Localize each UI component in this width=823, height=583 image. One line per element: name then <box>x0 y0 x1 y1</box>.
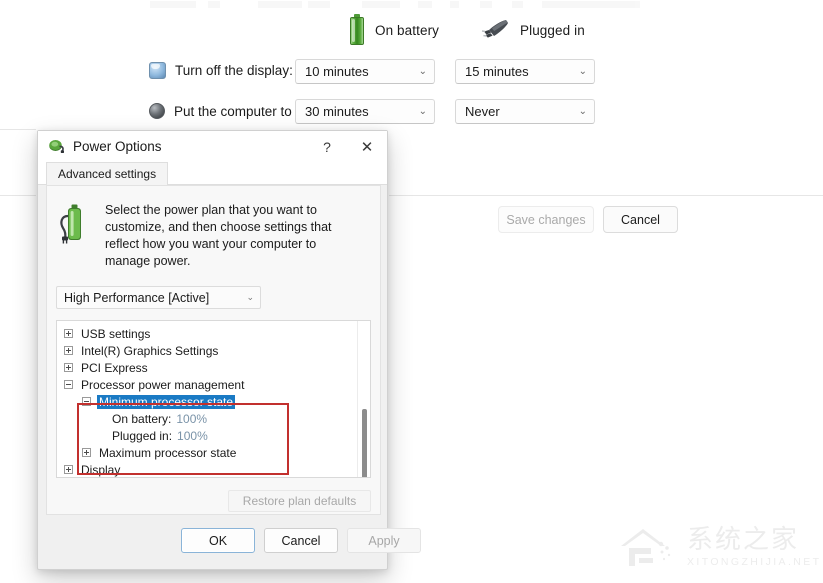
chevron-down-icon: ⌄ <box>578 65 587 77</box>
dialog-footer: OK Cancel Apply <box>38 515 421 569</box>
combo-value: 30 minutes <box>305 104 369 119</box>
setting-row-turn-off-display: Turn off the display: <box>149 62 293 79</box>
column-header-on-battery: On battery <box>349 14 439 46</box>
power-plan-icon <box>59 202 93 246</box>
advanced-settings-tree[interactable]: USB settings Intel(R) Graphics Settings … <box>56 320 371 478</box>
dialog-body: Select the power plan that you want to c… <box>46 185 381 515</box>
tree-list: USB settings Intel(R) Graphics Settings … <box>57 325 370 477</box>
setting-label-turn-off-display: Turn off the display: <box>175 63 293 78</box>
collapse-minus-icon[interactable] <box>64 380 73 389</box>
tree-item-label: Display <box>81 462 121 477</box>
restore-plan-defaults-button[interactable]: Restore plan defaults <box>228 490 371 512</box>
combo-value: Never <box>465 104 500 119</box>
chevron-down-icon: ⌄ <box>246 292 254 302</box>
restore-plan-defaults-label: Restore plan defaults <box>242 494 357 508</box>
expand-plus-icon[interactable] <box>64 465 73 474</box>
save-changes-button[interactable]: Save changes <box>498 206 594 233</box>
power-options-dialog: Power Options ? ✕ Advanced settings Sele… <box>37 130 421 570</box>
chevron-down-icon: ⌄ <box>418 105 427 117</box>
tree-item-usb-settings[interactable]: USB settings <box>57 325 370 342</box>
column-header-plugged-in: Plugged in <box>480 18 585 42</box>
cropped-top-row <box>150 0 650 9</box>
chevron-down-icon: ⌄ <box>418 65 427 77</box>
dialog-tabstrip: Advanced settings <box>38 162 387 185</box>
power-plug-icon <box>480 18 510 42</box>
divider-right <box>389 195 823 196</box>
tree-scrollbar-thumb[interactable] <box>362 409 367 477</box>
tree-leaf-value[interactable]: 100% <box>177 429 208 443</box>
ok-label: OK <box>208 533 228 548</box>
expand-plus-icon[interactable] <box>64 329 73 338</box>
column-header-plugged-in-label: Plugged in <box>520 22 585 38</box>
expand-plus-icon[interactable] <box>82 448 91 457</box>
tree-leaf-plugged-in[interactable]: Plugged in: 100% <box>57 427 370 444</box>
chevron-down-icon: ⌄ <box>578 105 587 117</box>
tree-item-label: USB settings <box>81 326 151 341</box>
tree-item-display[interactable]: Display <box>57 461 370 477</box>
ok-button[interactable]: OK <box>181 528 255 553</box>
column-header-on-battery-label: On battery <box>375 22 440 38</box>
tree-item-intel-graphics-settings[interactable]: Intel(R) Graphics Settings <box>57 342 370 359</box>
dialog-cancel-button[interactable]: Cancel <box>264 528 338 553</box>
combo-value: 10 minutes <box>305 64 369 79</box>
power-plan-value: High Performance [Active] <box>64 290 210 305</box>
tree-item-minimum-processor-state[interactable]: Minimum processor state <box>57 393 370 410</box>
expand-plus-icon[interactable] <box>64 363 73 372</box>
page-cancel-button[interactable]: Cancel <box>603 206 678 233</box>
tree-item-label: Intel(R) Graphics Settings <box>81 343 219 358</box>
collapse-minus-icon[interactable] <box>82 397 91 406</box>
intro-text: Select the power plan that you want to c… <box>105 203 332 268</box>
combo-sleep-plugged-in[interactable]: Never ⌄ <box>455 99 595 124</box>
tree-leaf-value[interactable]: 100% <box>176 412 207 426</box>
expand-plus-icon[interactable] <box>64 346 73 355</box>
divider-left-lower <box>0 195 36 196</box>
tree-scrollbar[interactable] <box>357 321 370 477</box>
tree-item-label: PCI Express <box>81 360 148 375</box>
power-plan-select[interactable]: High Performance [Active] ⌄ <box>56 286 261 309</box>
tab-advanced-settings-label: Advanced settings <box>58 167 157 181</box>
tab-advanced-settings[interactable]: Advanced settings <box>46 162 169 185</box>
combo-turn-off-display-plugged-in[interactable]: 15 minutes ⌄ <box>455 59 595 84</box>
combo-turn-off-display-on-battery[interactable]: 10 minutes ⌄ <box>295 59 435 84</box>
tree-item-label: Processor power management <box>81 377 245 392</box>
tree-leaf-label: On battery: <box>112 411 172 426</box>
dialog-cancel-label: Cancel <box>281 533 321 548</box>
power-options-icon <box>47 138 65 156</box>
battery-icon <box>349 14 365 46</box>
close-icon[interactable]: ✕ <box>347 131 387 162</box>
tree-item-label: Minimum processor state <box>97 394 236 409</box>
combo-value: 15 minutes <box>465 64 529 79</box>
page-cancel-label: Cancel <box>621 212 660 227</box>
tree-item-maximum-processor-state[interactable]: Maximum processor state <box>57 444 370 461</box>
combo-sleep-on-battery[interactable]: 30 minutes ⌄ <box>295 99 435 124</box>
display-icon <box>149 62 166 79</box>
intro-block: Select the power plan that you want to c… <box>59 202 359 270</box>
divider-left <box>0 129 36 130</box>
tree-leaf-label: Plugged in: <box>112 428 173 443</box>
tree-item-pci-express[interactable]: PCI Express <box>57 359 370 376</box>
tree-item-label: Maximum processor state <box>99 445 237 460</box>
save-changes-label: Save changes <box>506 212 586 227</box>
tree-item-processor-power-management[interactable]: Processor power management <box>57 376 370 393</box>
apply-button[interactable]: Apply <box>347 528 421 553</box>
sleep-moon-icon <box>149 103 165 119</box>
help-button[interactable]: ? <box>307 131 347 162</box>
dialog-titlebar[interactable]: Power Options ? ✕ <box>38 131 387 162</box>
tree-leaf-on-battery[interactable]: On battery: 100% <box>57 410 370 427</box>
dialog-title: Power Options <box>73 139 162 154</box>
screen: On battery Plugged in Turn off the displ <box>0 0 823 583</box>
apply-label: Apply <box>368 533 400 548</box>
